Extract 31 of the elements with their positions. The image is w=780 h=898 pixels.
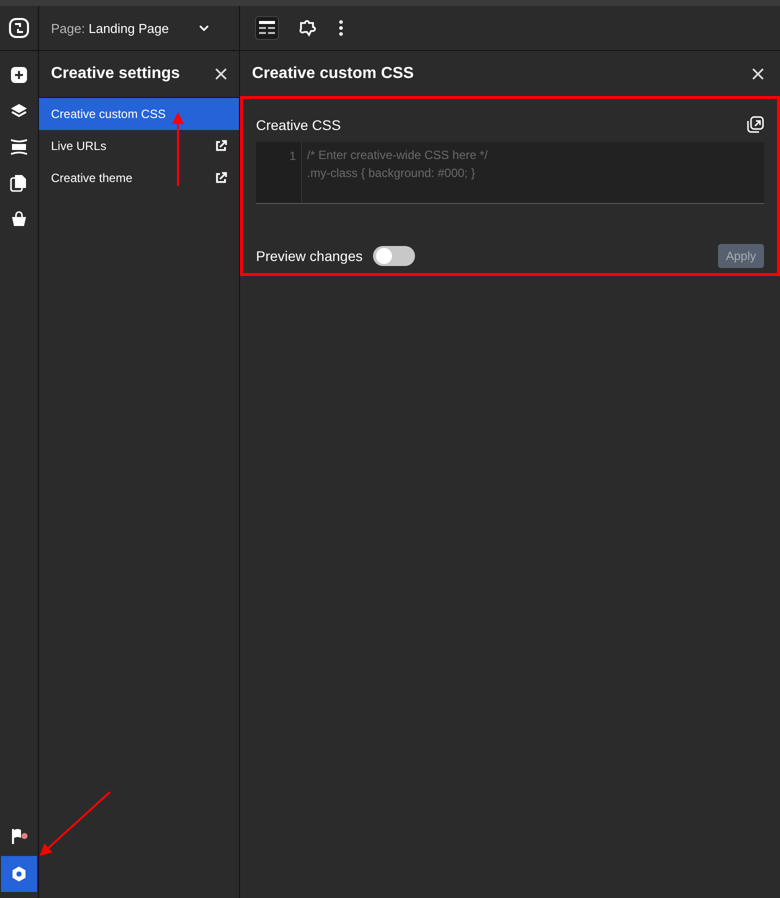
settings-menu-item[interactable]: Creative theme [39, 162, 239, 194]
section-title: Creative CSS [256, 116, 341, 132]
layers-icon [10, 102, 28, 120]
placeholder-line: .my-class { background: #000; } [307, 165, 476, 182]
placeholder-line: /* Enter creative-wide CSS here */ [307, 147, 488, 164]
line-number: 1 [289, 149, 296, 163]
close-button[interactable] [215, 68, 227, 80]
shopping-bag-icon [10, 210, 28, 228]
preview-label: Preview changes [256, 248, 363, 264]
annotation-arrow [40, 791, 111, 856]
layout-icon [255, 16, 279, 40]
settings-icon [10, 865, 28, 883]
rows-icon [10, 138, 28, 156]
puzzle-icon [298, 19, 316, 37]
pages-icon [10, 174, 28, 192]
expand-icon[interactable] [747, 116, 764, 133]
settings-menu-item[interactable]: Live URLs [39, 130, 239, 162]
panel-title: Creative settings [51, 65, 180, 83]
logo-icon [9, 18, 29, 38]
chevron-down-icon [199, 25, 209, 31]
close-icon [752, 68, 764, 80]
layout-button[interactable] [254, 15, 280, 41]
flag-icon [10, 827, 28, 845]
page-selector[interactable]: Page: Landing Page [39, 20, 221, 36]
close-button[interactable] [752, 68, 764, 80]
close-icon [215, 68, 227, 80]
preview-toggle[interactable] [372, 246, 415, 266]
add-icon [10, 66, 28, 84]
panel-title: Creative custom CSS [252, 65, 414, 83]
settings-menu-item[interactable]: Creative custom CSS [39, 98, 239, 130]
more-icon [339, 20, 343, 36]
